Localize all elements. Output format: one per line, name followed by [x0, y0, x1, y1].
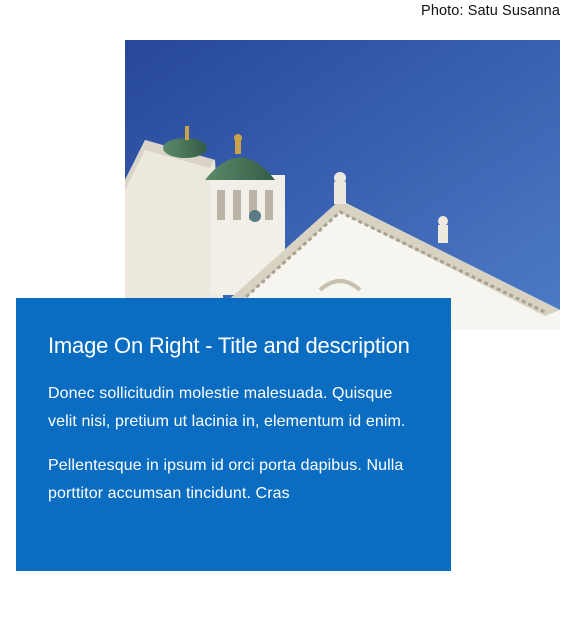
card-paragraph-1: Donec sollicitudin molestie malesuada. Q…: [48, 385, 406, 430]
card-title: Image On Right - Title and description: [48, 333, 410, 358]
photo-credit: Photo: Satu Susanna: [421, 3, 560, 19]
description-card: Image On Right - Title and description D…: [16, 298, 451, 571]
card-paragraph-2: Pellentesque in ipsum id orci porta dapi…: [48, 457, 404, 502]
cathedral-photo: [125, 40, 560, 330]
content-block: Photo: Satu Susanna Image On Right - Tit…: [0, 0, 576, 627]
cathedral-illustration: [125, 40, 560, 330]
